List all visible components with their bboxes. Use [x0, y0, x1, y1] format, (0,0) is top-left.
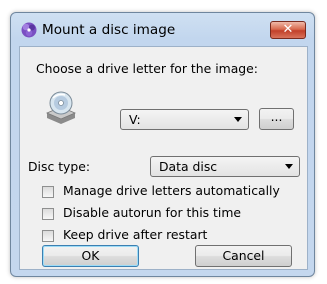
chevron-down-icon — [285, 164, 293, 169]
dialog-title: Mount a disc image — [42, 22, 176, 38]
manage-drive-letters-checkbox[interactable] — [42, 186, 54, 198]
disc-type-select[interactable]: Data disc — [150, 156, 300, 177]
virtual-drive-icon — [45, 91, 77, 124]
app-icon — [21, 22, 37, 38]
browse-button[interactable]: ... — [259, 108, 294, 130]
cancel-button[interactable]: Cancel — [195, 245, 292, 267]
chevron-down-icon — [234, 117, 242, 122]
disable-autorun-label[interactable]: Disable autorun for this time — [63, 205, 241, 220]
browse-button-label: ... — [270, 109, 283, 124]
cancel-button-label: Cancel — [222, 248, 265, 263]
keep-drive-label[interactable]: Keep drive after restart — [63, 227, 207, 242]
drive-letter-prompt: Choose a drive letter for the image: — [36, 61, 258, 76]
drive-letter-value: V: — [129, 112, 141, 127]
keep-drive-checkbox[interactable] — [42, 230, 54, 242]
dialog-body: Choose a drive letter for the image: V: … — [19, 46, 308, 270]
manage-drive-letters-label[interactable]: Manage drive letters automatically — [63, 183, 280, 198]
close-button[interactable]: ✕ — [270, 21, 306, 39]
mount-disc-dialog: Mount a disc image ✕ Choose a drive lett… — [10, 12, 315, 277]
close-icon: ✕ — [282, 22, 294, 37]
drive-letter-select[interactable]: V: — [120, 109, 249, 130]
title-bar[interactable]: Mount a disc image ✕ — [11, 13, 314, 41]
disable-autorun-checkbox[interactable] — [42, 208, 54, 220]
disc-type-value: Data disc — [159, 159, 218, 174]
ok-button-label: OK — [81, 248, 100, 263]
disc-type-label: Disc type: — [28, 159, 91, 174]
ok-button[interactable]: OK — [42, 245, 139, 267]
